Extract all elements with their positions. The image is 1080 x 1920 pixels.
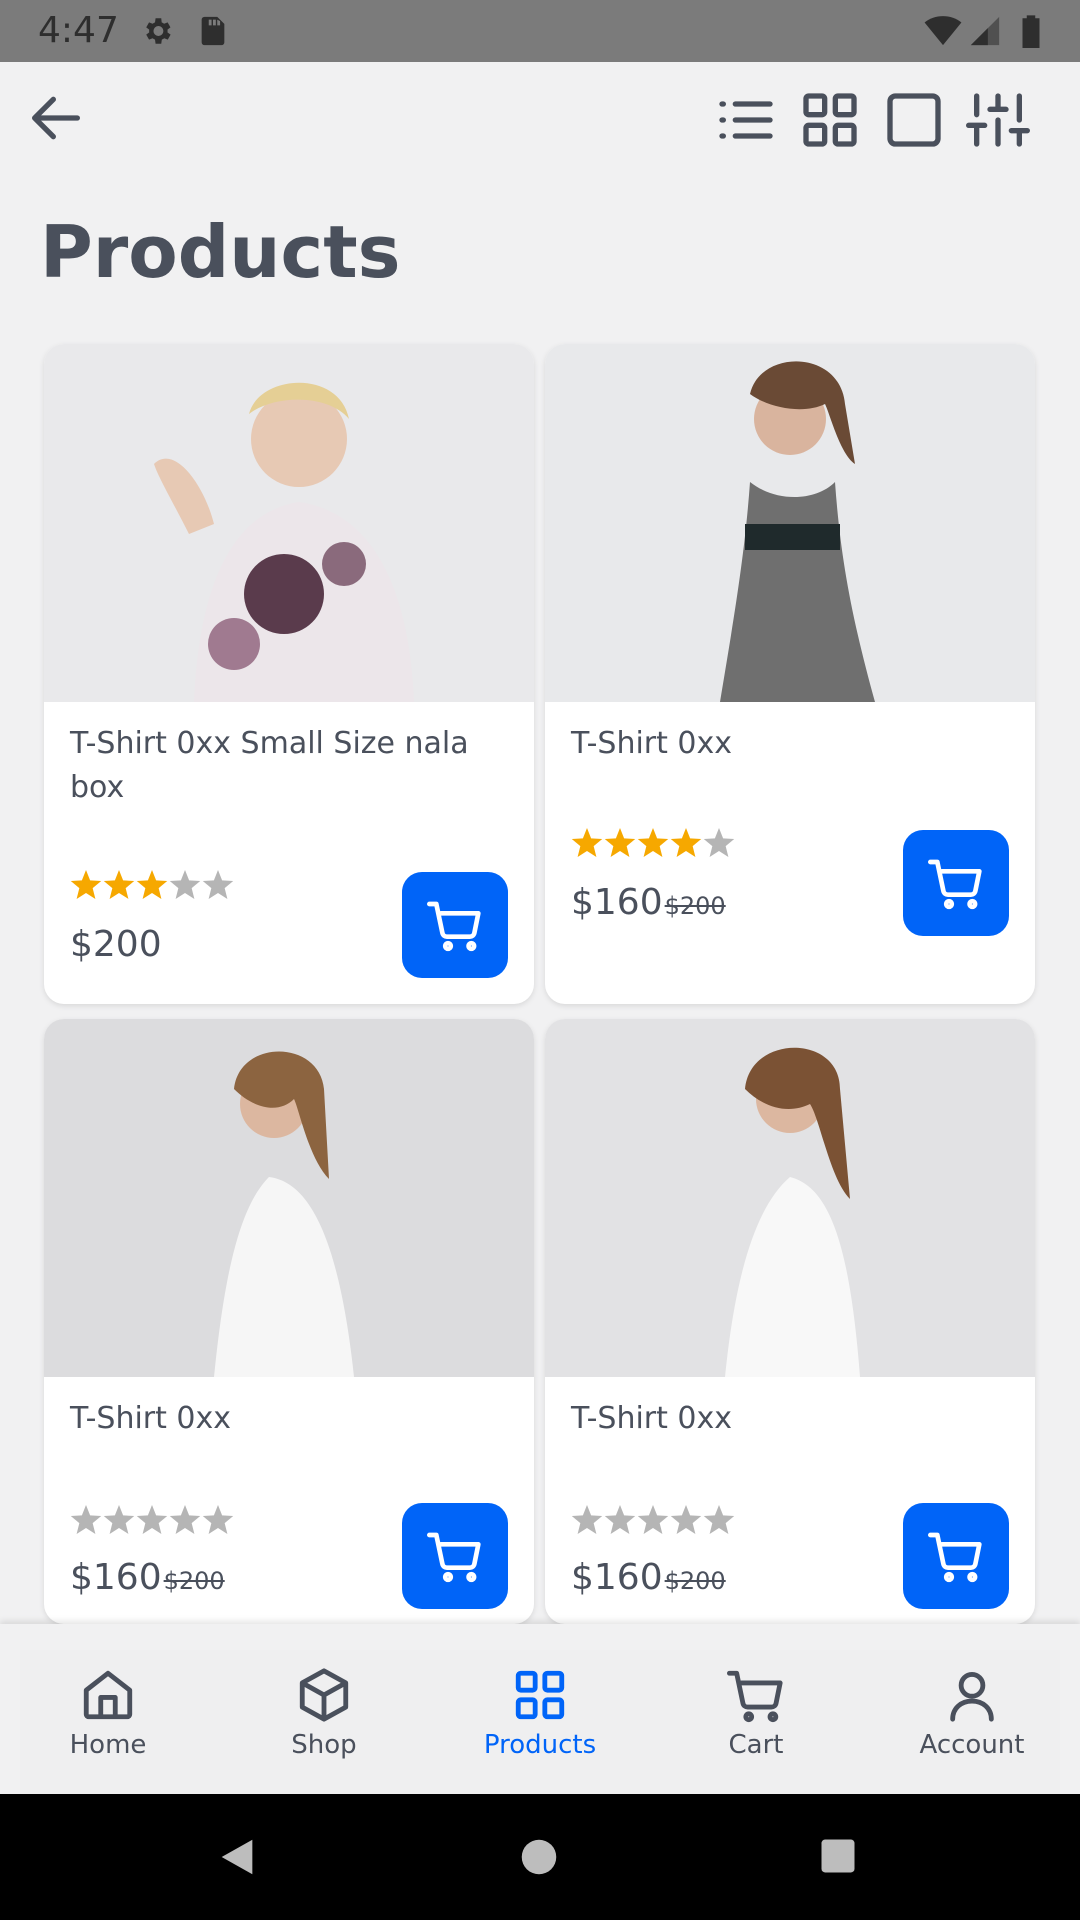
current-price: $200 bbox=[70, 924, 162, 965]
arrow-left-icon bbox=[31, 96, 80, 140]
current-price: $160 bbox=[571, 1557, 663, 1598]
star-icon bbox=[136, 870, 168, 899]
star-icon bbox=[670, 1505, 702, 1534]
star-icon bbox=[103, 1505, 135, 1534]
star-icon bbox=[604, 1505, 636, 1534]
nav-item-home[interactable]: Home bbox=[8, 1666, 208, 1786]
list-icon bbox=[719, 101, 773, 139]
grid-view-button[interactable] bbox=[798, 88, 862, 152]
add-to-cart-button[interactable] bbox=[402, 872, 508, 978]
current-price: $160 bbox=[571, 882, 663, 923]
current-price: $160 bbox=[70, 1557, 162, 1598]
star-icon bbox=[571, 1505, 603, 1534]
product-price: $160$200 bbox=[571, 1557, 726, 1598]
status-bar: 4:47 bbox=[0, 0, 1080, 62]
signal-icon bbox=[970, 16, 1000, 46]
product-price: $160$200 bbox=[70, 1557, 225, 1598]
star-icon bbox=[136, 1505, 168, 1534]
product-card[interactable]: T-Shirt 0xx $160$200 bbox=[44, 1019, 534, 1624]
nav-label: Cart bbox=[728, 1730, 784, 1760]
product-image[interactable] bbox=[545, 1019, 1035, 1377]
filter-button[interactable] bbox=[966, 88, 1030, 152]
sd-card-icon bbox=[201, 16, 225, 46]
product-card[interactable]: T-Shirt 0xx Small Size nala box $200 bbox=[44, 344, 534, 1004]
star-icon bbox=[637, 1505, 669, 1534]
star-icon bbox=[103, 870, 135, 899]
cart-icon bbox=[427, 901, 481, 952]
list-view-button[interactable] bbox=[714, 88, 778, 152]
rating-stars bbox=[70, 1505, 234, 1534]
star-icon bbox=[703, 1505, 735, 1534]
product-name[interactable]: T-Shirt 0xx bbox=[571, 1397, 1001, 1441]
product-name[interactable]: T-Shirt 0xx Small Size nala box bbox=[70, 722, 500, 810]
nav-label: Products bbox=[483, 1730, 597, 1760]
product-name[interactable]: T-Shirt 0xx bbox=[571, 722, 1001, 766]
grid-icon bbox=[515, 1670, 565, 1720]
product-price: $160$200 bbox=[571, 882, 726, 923]
star-icon bbox=[604, 828, 636, 857]
system-navigation-bar bbox=[0, 1794, 1080, 1920]
product-price: $200 bbox=[70, 924, 164, 965]
add-to-cart-button[interactable] bbox=[903, 1503, 1009, 1609]
product-card[interactable]: T-Shirt 0xx $160$200 bbox=[545, 344, 1035, 1004]
star-icon bbox=[169, 1505, 201, 1534]
product-image[interactable] bbox=[545, 344, 1035, 702]
nav-label: Home bbox=[69, 1730, 147, 1760]
star-icon bbox=[70, 1505, 102, 1534]
sliders-icon bbox=[966, 93, 1030, 147]
home-circle-icon[interactable] bbox=[516, 1834, 562, 1880]
cart-icon bbox=[427, 1532, 481, 1583]
nav-item-shop[interactable]: Shop bbox=[224, 1666, 424, 1786]
home-icon bbox=[83, 1670, 133, 1720]
product-card[interactable]: T-Shirt 0xx $160$200 bbox=[545, 1019, 1035, 1624]
nav-item-cart[interactable]: Cart bbox=[656, 1666, 856, 1786]
settings-icon bbox=[146, 18, 171, 44]
square-icon bbox=[887, 93, 941, 147]
back-button[interactable] bbox=[24, 86, 88, 150]
star-icon bbox=[202, 870, 234, 899]
star-icon bbox=[670, 828, 702, 857]
old-price: $200 bbox=[664, 1567, 726, 1595]
back-triangle-icon[interactable] bbox=[214, 1834, 260, 1880]
star-icon bbox=[169, 870, 201, 899]
cart-icon bbox=[727, 1670, 783, 1723]
recents-square-icon[interactable] bbox=[816, 1834, 860, 1878]
star-icon bbox=[70, 870, 102, 899]
grid-icon bbox=[803, 93, 857, 147]
nav-item-products[interactable]: Products bbox=[440, 1666, 640, 1786]
nav-item-account[interactable]: Account bbox=[872, 1666, 1072, 1786]
old-price: $200 bbox=[664, 892, 726, 920]
rating-stars bbox=[70, 870, 234, 899]
rating-stars bbox=[571, 828, 735, 857]
product-image[interactable] bbox=[44, 1019, 534, 1377]
cart-icon bbox=[928, 859, 982, 910]
add-to-cart-button[interactable] bbox=[402, 1503, 508, 1609]
box-icon bbox=[299, 1668, 349, 1722]
rating-stars bbox=[571, 1505, 735, 1534]
single-view-button[interactable] bbox=[882, 88, 946, 152]
battery-icon bbox=[1022, 15, 1040, 48]
cart-icon bbox=[928, 1532, 982, 1583]
page-title: Products bbox=[40, 210, 401, 294]
add-to-cart-button[interactable] bbox=[903, 830, 1009, 936]
old-price: $200 bbox=[163, 1567, 225, 1595]
star-icon bbox=[571, 828, 603, 857]
nav-label: Shop bbox=[291, 1730, 357, 1760]
star-icon bbox=[202, 1505, 234, 1534]
nav-label: Account bbox=[919, 1730, 1025, 1760]
product-name[interactable]: T-Shirt 0xx bbox=[70, 1397, 500, 1441]
product-image[interactable] bbox=[44, 344, 534, 702]
user-icon bbox=[950, 1672, 994, 1722]
status-time: 4:47 bbox=[38, 10, 119, 51]
star-icon bbox=[637, 828, 669, 857]
wifi-icon bbox=[924, 16, 962, 46]
star-icon bbox=[703, 828, 735, 857]
